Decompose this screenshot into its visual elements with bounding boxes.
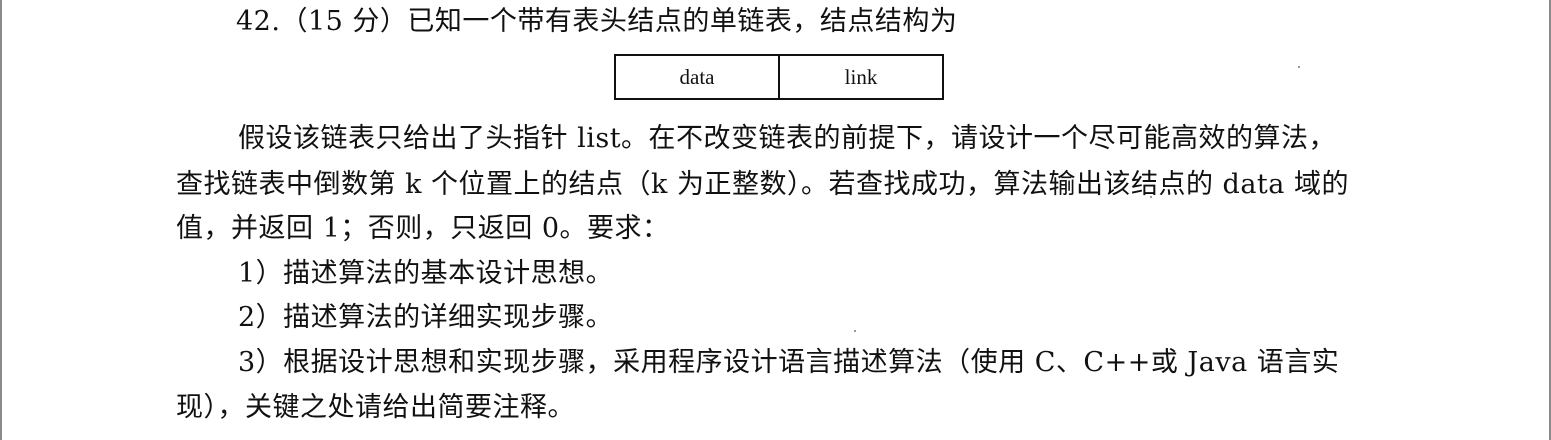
node-structure-diagram: data link — [614, 54, 944, 100]
requirement-2: 2）描述算法的详细实现步骤。 — [238, 302, 614, 333]
page-left-border — [0, 0, 2, 440]
question-header: 42.（15 分）已知一个带有表头结点的单链表，结点结构为 — [236, 6, 958, 37]
requirement-1: 1）描述算法的基本设计思想。 — [238, 258, 614, 289]
paragraph-line-1: 假设该链表只给出了头指针 list。在不改变链表的前提下，请设计一个尽可能高效的… — [238, 123, 1337, 154]
scan-speck — [1150, 196, 1152, 198]
node-field-link: link — [778, 56, 942, 98]
requirement-3: 3）根据设计思想和实现步骤，采用程序设计语言描述算法（使用 C、C++或 Jav… — [238, 347, 1340, 378]
scan-speck — [1298, 66, 1300, 68]
paragraph-line-3: 值，并返回 1；否则，只返回 0。要求： — [176, 213, 670, 244]
paragraph-line-2: 查找链表中倒数第 k 个位置上的结点（k 为正整数）。若查找成功，算法输出该结点… — [176, 169, 1349, 200]
node-field-data: data — [679, 64, 715, 89]
requirement-3-continuation: 现），关键之处请给出简要注释。 — [176, 392, 575, 423]
scan-speck — [854, 330, 856, 332]
document-page: 42.（15 分）已知一个带有表头结点的单链表，结点结构为 data link … — [0, 0, 1551, 440]
